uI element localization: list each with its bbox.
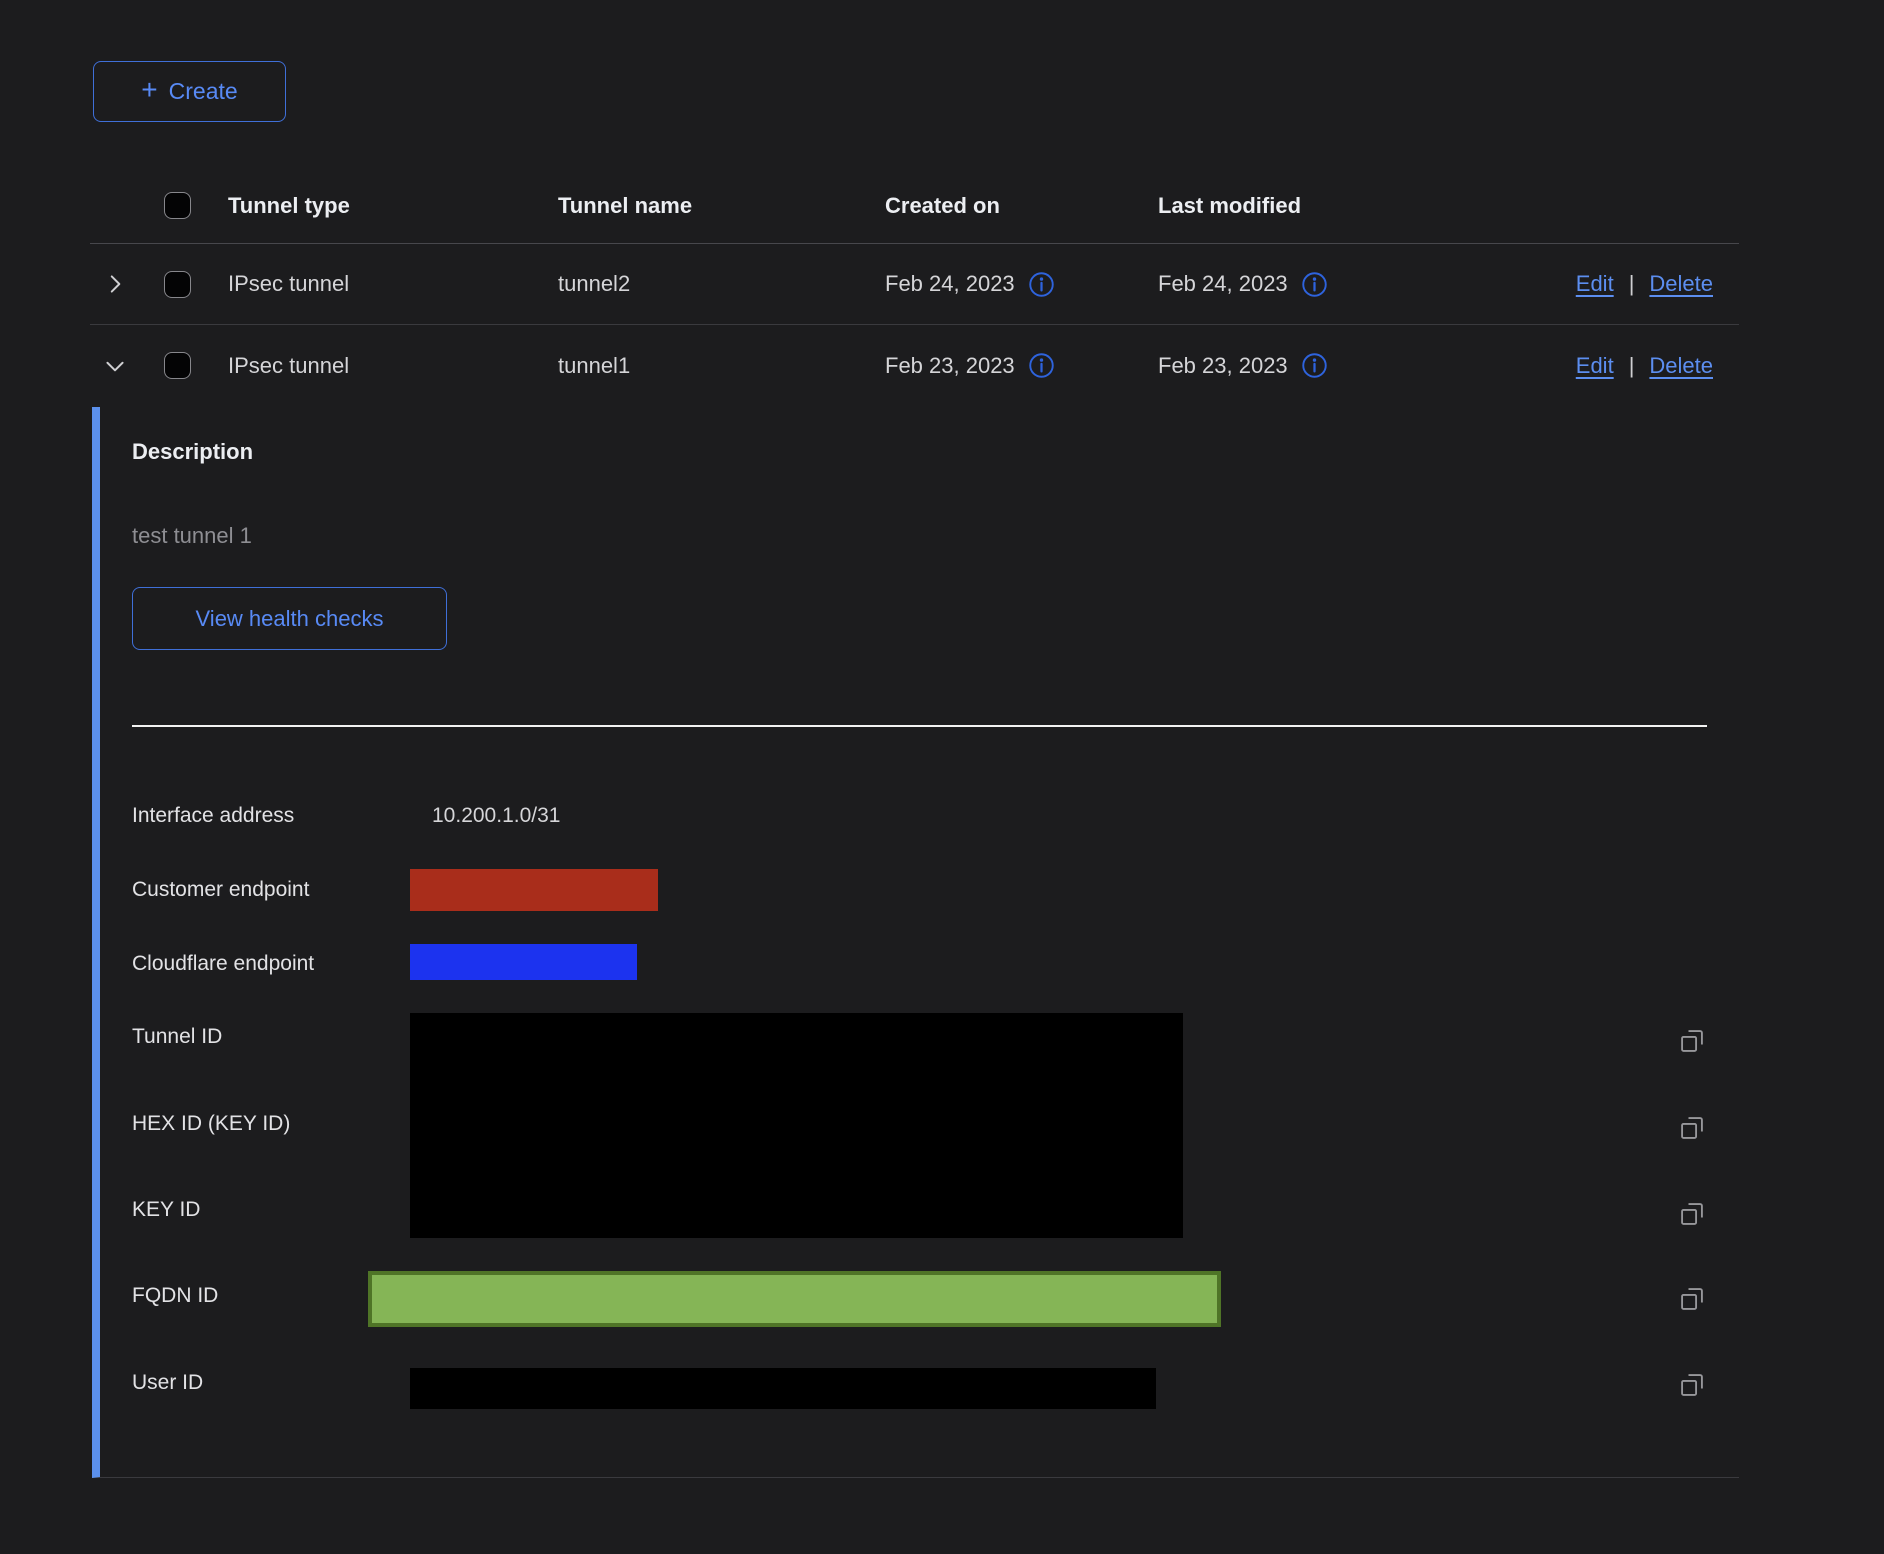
header-tunnel-type: Tunnel type: [228, 168, 350, 243]
created-on-cell: Feb 24, 2023: [885, 271, 1015, 297]
copy-hex-id-button[interactable]: [1678, 1114, 1706, 1142]
copy-icon: [1678, 1200, 1706, 1228]
tunnels-table: Tunnel type Tunnel name Created on Last …: [90, 168, 1739, 406]
row-checkbox[interactable]: [164, 271, 191, 298]
table-header-row: Tunnel type Tunnel name Created on Last …: [90, 168, 1739, 244]
create-button-label: Create: [169, 78, 238, 105]
tunnel-name-cell: tunnel1: [558, 325, 630, 406]
hex-id-label: HEX ID (KEY ID): [132, 1112, 412, 1136]
header-last-modified: Last modified: [1158, 168, 1301, 243]
interface-address-value: 10.200.1.0/31: [432, 804, 560, 828]
chevron-down-icon: [102, 353, 128, 379]
tunnel-name-cell: tunnel2: [558, 244, 630, 324]
last-modified-cell: Feb 23, 2023: [1158, 353, 1288, 379]
cloudflare-endpoint-label: Cloudflare endpoint: [132, 952, 412, 976]
tunnel-details-panel: Description test tunnel 1 View health ch…: [92, 407, 1739, 1478]
tunnel-type-cell: IPsec tunnel: [228, 244, 349, 324]
select-all-checkbox[interactable]: [164, 192, 191, 219]
user-id-redacted-value: [410, 1368, 1156, 1409]
delete-link[interactable]: Delete: [1649, 353, 1713, 379]
interface-address-label: Interface address: [132, 804, 412, 828]
create-button[interactable]: + Create: [93, 61, 286, 122]
edit-link[interactable]: Edit: [1576, 271, 1614, 297]
copy-icon: [1678, 1114, 1706, 1142]
customer-endpoint-redacted-value: [410, 869, 658, 911]
edit-link[interactable]: Edit: [1576, 353, 1614, 379]
customer-endpoint-label: Customer endpoint: [132, 878, 412, 902]
copy-fqdn-id-button[interactable]: [1678, 1285, 1706, 1313]
expand-row-button[interactable]: [100, 244, 130, 324]
delete-link[interactable]: Delete: [1649, 271, 1713, 297]
tunnel-id-label: Tunnel ID: [132, 1025, 412, 1049]
header-created-on: Created on: [885, 168, 1000, 243]
tunnel-type-cell: IPsec tunnel: [228, 325, 349, 406]
cloudflare-endpoint-redacted-value: [410, 944, 637, 980]
info-icon[interactable]: [1028, 271, 1055, 298]
description-value: test tunnel 1: [132, 523, 252, 549]
description-label: Description: [132, 439, 253, 465]
tunnels-page: + Create Tunnel type Tunnel name Created…: [0, 0, 1884, 1554]
user-id-label: User ID: [132, 1371, 412, 1395]
copy-key-id-button[interactable]: [1678, 1200, 1706, 1228]
action-separator: |: [1629, 271, 1635, 297]
ids-redacted-value: [410, 1013, 1183, 1238]
table-row: IPsec tunnel tunnel2 Feb 24, 2023 Feb 24…: [90, 244, 1739, 325]
plus-icon: +: [141, 76, 157, 104]
header-tunnel-name: Tunnel name: [558, 168, 692, 243]
row-checkbox[interactable]: [164, 352, 191, 379]
fqdn-id-redacted-value: [368, 1271, 1221, 1327]
info-icon[interactable]: [1301, 271, 1328, 298]
copy-icon: [1678, 1285, 1706, 1313]
table-row: IPsec tunnel tunnel1 Feb 23, 2023 Feb 23…: [90, 325, 1739, 406]
copy-tunnel-id-button[interactable]: [1678, 1027, 1706, 1055]
copy-icon: [1678, 1371, 1706, 1399]
section-divider: [132, 725, 1707, 727]
collapse-row-button[interactable]: [100, 325, 130, 406]
chevron-right-icon: [102, 271, 128, 297]
key-id-label: KEY ID: [132, 1198, 412, 1222]
info-icon[interactable]: [1301, 352, 1328, 379]
info-icon[interactable]: [1028, 352, 1055, 379]
view-health-checks-button[interactable]: View health checks: [132, 587, 447, 650]
copy-user-id-button[interactable]: [1678, 1371, 1706, 1399]
action-separator: |: [1629, 353, 1635, 379]
created-on-cell: Feb 23, 2023: [885, 353, 1015, 379]
copy-icon: [1678, 1027, 1706, 1055]
last-modified-cell: Feb 24, 2023: [1158, 271, 1288, 297]
